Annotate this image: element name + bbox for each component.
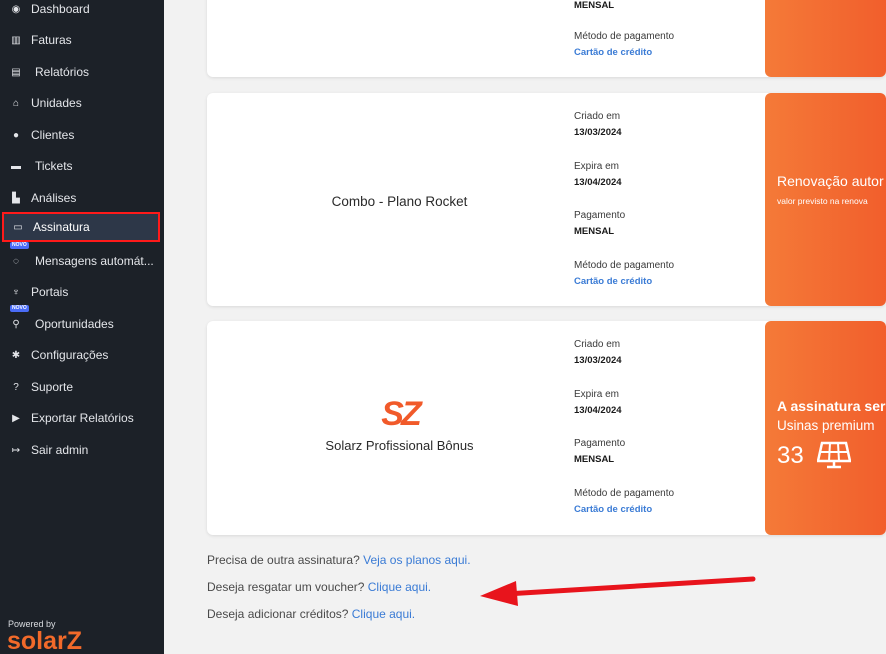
- sz-logo: SZ: [381, 395, 421, 433]
- sidebar-item-label: Sair admin: [31, 443, 89, 457]
- sidebar-item-configuracoes[interactable]: ✱ Configurações: [0, 340, 164, 370]
- sidebar: ◉ Dashboard ▥ Faturas ▤ Relatórios ⌂ Uni…: [0, 0, 164, 654]
- criado-label: Criado em: [574, 339, 621, 350]
- sidebar-item-portais[interactable]: ♆ Portais: [0, 277, 164, 307]
- sidebar-item-label: Clientes: [31, 128, 75, 142]
- plan-name: Solarz Profissional Bônus: [325, 438, 474, 453]
- subscription-status-panel: A assinatura ser Usinas premium 33: [765, 321, 886, 535]
- annotation-arrow-icon: [480, 576, 756, 606]
- premium-plants-label: Usinas premium: [777, 418, 875, 433]
- sidebar-item-label: Faturas: [31, 33, 72, 47]
- novo-badge: NOVO: [10, 305, 29, 312]
- sidebar-item-faturas[interactable]: ▥ Faturas: [0, 25, 164, 55]
- expira-label: Expira em: [574, 389, 620, 400]
- criado-value: 13/03/2024: [574, 355, 622, 366]
- sidebar-item-label: Mensagens automát...: [35, 254, 154, 268]
- solarz-logo: solarZ: [7, 627, 83, 654]
- pagamento-label: Pagamento: [574, 438, 626, 449]
- document-icon: ▤: [11, 66, 21, 78]
- gear-icon: ✱: [11, 349, 21, 361]
- sidebar-item-label: Assinatura: [33, 220, 90, 234]
- status-title: A assinatura ser: [777, 398, 886, 414]
- question-icon: ?: [13, 381, 19, 393]
- sidebar-item-tickets[interactable]: ▬ Tickets: [0, 151, 164, 181]
- redeem-voucher-link[interactable]: Clique aqui.: [368, 580, 431, 594]
- dashboard-icon: ◉: [11, 3, 21, 15]
- renewal-panel: Renovação autor valor previsto na renova: [765, 93, 886, 306]
- criado-label: Criado em: [574, 111, 621, 122]
- metodo-value: Cartão de crédito: [574, 276, 653, 287]
- metodo-label: Método de pagamento: [574, 260, 675, 271]
- sidebar-item-analises[interactable]: ▙ Análises: [0, 183, 164, 213]
- sidebar-item-assinatura[interactable]: ▭ Assinatura: [2, 212, 160, 242]
- plan-name: Combo - Plano Rocket: [331, 194, 468, 209]
- sidebar-item-label: Dashboard: [31, 2, 90, 16]
- expira-label: Expira em: [574, 161, 620, 172]
- sidebar-item-exportar-relatorios[interactable]: ▶ Exportar Relatórios: [0, 403, 164, 433]
- redeem-voucher-text: Deseja resgatar um voucher?: [207, 580, 365, 594]
- sidebar-item-relatorios[interactable]: ▤ Relatórios: [0, 57, 164, 87]
- sidebar-item-label: Exportar Relatórios: [31, 411, 134, 425]
- add-credits-link[interactable]: Clique aqui.: [352, 607, 415, 621]
- renewal-title: Renovação autor: [777, 173, 884, 189]
- sidebar-item-label: Tickets: [35, 159, 73, 173]
- credit-card-icon: ▭: [13, 221, 23, 233]
- pagamento-value: MENSAL: [574, 226, 615, 237]
- add-credits-text: Deseja adicionar créditos?: [207, 607, 349, 621]
- metodo-value: Cartão de crédito: [574, 504, 653, 515]
- home-icon: ⌂: [12, 97, 20, 109]
- solar-panel-icon: [817, 441, 851, 469]
- plug-icon: ♆: [12, 286, 20, 298]
- sidebar-item-label: Portais: [31, 285, 69, 299]
- sidebar-item-dashboard[interactable]: ◉ Dashboard: [0, 0, 164, 24]
- sidebar-item-oportunidades[interactable]: NOVO ⚲ Oportunidades: [0, 305, 164, 339]
- logout-icon: ↦: [11, 444, 21, 456]
- add-credits-line: Deseja adicionar créditos? Clique aqui.: [207, 607, 415, 621]
- ticket-icon: ▬: [11, 160, 21, 172]
- other-subscription-text: Precisa de outra assinatura?: [207, 553, 360, 567]
- sidebar-item-mensagens[interactable]: NOVO ◌ Mensagens automát...: [0, 242, 164, 276]
- sidebar-item-label: Configurações: [31, 348, 109, 362]
- search-icon: ⚲: [12, 318, 20, 330]
- barcode-icon: ▥: [11, 34, 21, 46]
- metodo-label: Método de pagamento: [574, 31, 675, 42]
- metodo-label: Método de pagamento: [574, 488, 675, 499]
- export-icon: ▶: [12, 412, 20, 424]
- redeem-voucher-line: Deseja resgatar um voucher? Clique aqui.: [207, 580, 431, 594]
- renewal-subtitle: valor previsto na renova: [777, 196, 868, 206]
- sidebar-item-clientes[interactable]: ● Clientes: [0, 120, 164, 150]
- pagamento-value: MENSAL: [574, 0, 615, 11]
- sidebar-item-label: Oportunidades: [35, 317, 114, 331]
- other-subscription-line: Precisa de outra assinatura? Veja os pla…: [207, 553, 471, 567]
- subscription-card-solarz-bonus: SZ Solarz Profissional Bônus Criado em 1…: [207, 321, 886, 535]
- expira-value: 13/04/2024: [574, 405, 622, 416]
- novo-badge: NOVO: [10, 242, 29, 249]
- sidebar-item-label: Análises: [31, 191, 77, 205]
- premium-plants-count: 33: [777, 442, 804, 469]
- sidebar-item-label: Relatórios: [35, 65, 90, 79]
- sidebar-item-sair-admin[interactable]: ↦ Sair admin: [0, 435, 164, 465]
- subscription-status-panel: [765, 0, 886, 77]
- sidebar-item-label: Unidades: [31, 96, 82, 110]
- metodo-value: Cartão de crédito: [574, 47, 653, 58]
- expira-value: 13/04/2024: [574, 177, 622, 188]
- user-icon: ●: [12, 129, 20, 141]
- pagamento-label: Pagamento: [574, 210, 626, 221]
- view-plans-link[interactable]: Veja os planos aqui.: [363, 553, 470, 567]
- pagamento-value: MENSAL: [574, 454, 615, 465]
- sidebar-item-unidades[interactable]: ⌂ Unidades: [0, 88, 164, 118]
- sidebar-item-suporte[interactable]: ? Suporte: [0, 372, 164, 402]
- whatsapp-icon: ◌: [13, 255, 19, 267]
- chart-icon: ▙: [12, 192, 20, 204]
- criado-value: 13/03/2024: [574, 127, 622, 138]
- subscription-card-combo-rocket: Combo - Plano Rocket Criado em 13/03/202…: [207, 93, 886, 306]
- subscription-card: MENSAL Método de pagamento Cartão de cré…: [207, 0, 886, 77]
- sidebar-item-label: Suporte: [31, 380, 74, 394]
